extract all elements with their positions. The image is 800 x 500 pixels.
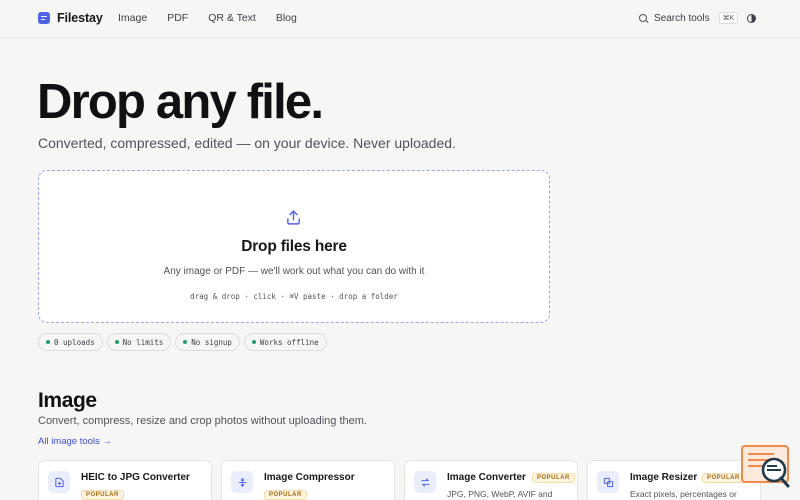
dropzone-description: Any image or PDF — we'll work out what y…: [163, 266, 425, 277]
main-nav: Image PDF QR & Text Blog: [118, 12, 317, 24]
feature-pill: Works offline: [243, 333, 327, 351]
feature-pill: No signup: [175, 333, 240, 351]
pill-label: No limits: [122, 337, 164, 347]
help-chat-icon[interactable]: [740, 444, 792, 490]
brand-name: Filestay: [57, 11, 103, 25]
status-dot-icon: [46, 340, 50, 344]
dropzone-hints: drag & drop · click · ⌘V paste · drop a …: [190, 292, 398, 301]
section-subtitle: Convert, compress, resize and crop photo…: [38, 415, 367, 427]
feature-pills: 0 uploads No limits No signup Works offl…: [38, 333, 327, 351]
pill-label: 0 uploads: [54, 337, 95, 347]
section-title: Image: [38, 389, 97, 412]
card-description: Exact pixels, percentages or: [630, 489, 737, 499]
popular-badge: POPULAR: [532, 473, 575, 483]
tool-card-image-converter[interactable]: Image Converter POPULAR JPG, PNG, WebP, …: [404, 460, 578, 500]
file-logo-icon: [38, 12, 50, 24]
card-title: Image Compressor: [264, 472, 355, 483]
convert-arrows-icon: [414, 471, 436, 493]
pill-label: No signup: [191, 337, 232, 347]
file-dropzone[interactable]: Drop files here Any image or PDF — we'll…: [38, 170, 550, 323]
card-title: Image Converter: [447, 472, 526, 483]
brand-link[interactable]: Filestay: [38, 11, 103, 25]
status-dot-icon: [183, 340, 188, 344]
nav-item-qr-text[interactable]: QR & Text: [208, 12, 256, 24]
top-nav-bar: Filestay Image PDF QR & Text Blog Search…: [0, 0, 800, 38]
card-title: Image Resizer: [630, 472, 698, 483]
nav-item-pdf[interactable]: PDF: [167, 12, 188, 24]
status-dot-icon: [251, 340, 256, 344]
pill-label: Works offline: [259, 337, 319, 347]
search-label: Search tools: [654, 12, 710, 24]
tool-cards: HEIC to JPG Converter POPULAR Image Comp…: [38, 460, 800, 500]
contrast-icon[interactable]: [747, 14, 756, 23]
page-title: Drop any file.: [37, 75, 324, 129]
search-icon: [639, 13, 648, 23]
feature-pill: No limits: [106, 333, 172, 351]
resize-icon: [597, 471, 619, 493]
page-subtitle: Converted, compressed, edited — on your …: [38, 135, 456, 151]
card-title: HEIC to JPG Converter: [81, 472, 190, 483]
upload-icon: [287, 210, 300, 225]
nav-item-blog[interactable]: Blog: [276, 12, 297, 24]
compress-icon: [231, 471, 253, 493]
dropzone-title: Drop files here: [241, 238, 347, 255]
popular-badge: POPULAR: [264, 490, 307, 500]
tool-card-image-resizer[interactable]: Image Resizer POPULAR Exact pixels, perc…: [587, 460, 761, 500]
popular-badge: POPULAR: [81, 490, 124, 500]
all-image-tools-link[interactable]: All image tools →: [38, 436, 112, 447]
tool-card-image-compressor[interactable]: Image Compressor POPULAR: [221, 460, 395, 500]
nav-item-image[interactable]: Image: [118, 12, 147, 24]
file-plus-icon: [48, 471, 70, 493]
popular-badge: POPULAR: [702, 473, 745, 483]
status-dot-icon: [114, 340, 119, 344]
card-description: JPG, PNG, WebP, AVIF and: [447, 489, 553, 499]
tool-card-heic-to-jpg[interactable]: HEIC to JPG Converter POPULAR: [38, 460, 212, 500]
feature-pill: 0 uploads: [38, 333, 103, 351]
search-shortcut: ⌘K: [718, 12, 739, 24]
search-tools-button[interactable]: Search tools ⌘K: [639, 12, 739, 24]
